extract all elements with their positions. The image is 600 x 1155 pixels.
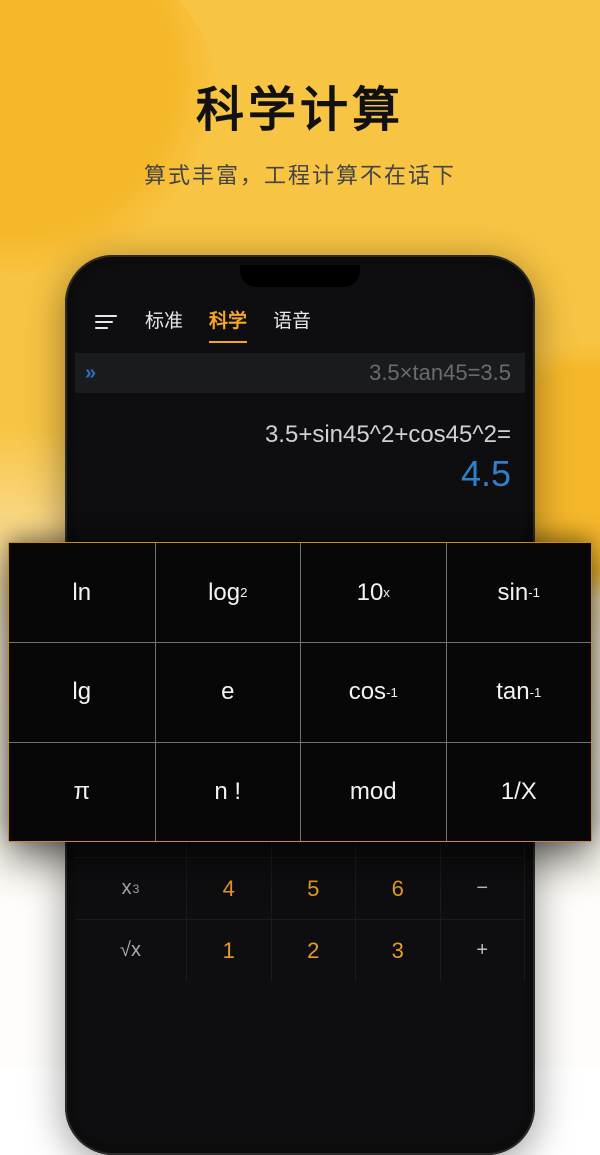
history-row[interactable]: » 3.5×tan45=3.5 [75, 353, 525, 393]
key-reciprocal[interactable]: 1/X [446, 743, 592, 841]
scientific-keypad: lnlog210xsin-1 lgecos-1tan-1 πn !mod1/X [8, 542, 592, 842]
mode-tabs: 标准 科学 语音 [145, 306, 311, 339]
phone-notch [240, 265, 360, 287]
key-asin[interactable]: sin-1 [446, 543, 592, 642]
key-e[interactable]: e [155, 643, 301, 741]
key-pi[interactable]: π [9, 743, 155, 841]
key-atan[interactable]: tan-1 [446, 643, 592, 741]
key-lg[interactable]: lg [9, 643, 155, 741]
key-3[interactable]: 3 [356, 919, 441, 981]
history-expression: 3.5×tan45=3.5 [100, 360, 511, 386]
current-expression: 3.5+sin45^2+cos45^2= [75, 393, 525, 453]
key-5[interactable]: 5 [272, 857, 357, 919]
key-2[interactable]: 2 [272, 919, 357, 981]
key-sqrt[interactable]: √x [75, 919, 187, 981]
history-expand-icon[interactable]: » [85, 362, 90, 385]
menu-icon[interactable] [95, 315, 117, 329]
key-x3[interactable]: x3 [75, 857, 187, 919]
key-6[interactable]: 6 [356, 857, 441, 919]
key-log2[interactable]: log2 [155, 543, 301, 642]
key-minus[interactable]: − [441, 857, 526, 919]
key-1[interactable]: 1 [187, 919, 272, 981]
hero-subtitle: 算式丰富，工程计算不在话下 [0, 158, 600, 190]
tab-voice[interactable]: 语音 [273, 306, 311, 339]
key-factorial[interactable]: n ! [155, 743, 301, 841]
key-acos[interactable]: cos-1 [300, 643, 446, 741]
key-4[interactable]: 4 [187, 857, 272, 919]
key-ln[interactable]: ln [9, 543, 155, 642]
current-result: 4.5 [75, 453, 525, 503]
tab-science[interactable]: 科学 [209, 306, 247, 339]
key-mod[interactable]: mod [300, 743, 446, 841]
tab-standard[interactable]: 标准 [145, 306, 183, 339]
hero-title: 科学计算 [0, 70, 600, 140]
key-plus[interactable]: + [441, 919, 526, 981]
key-10x[interactable]: 10x [300, 543, 446, 642]
